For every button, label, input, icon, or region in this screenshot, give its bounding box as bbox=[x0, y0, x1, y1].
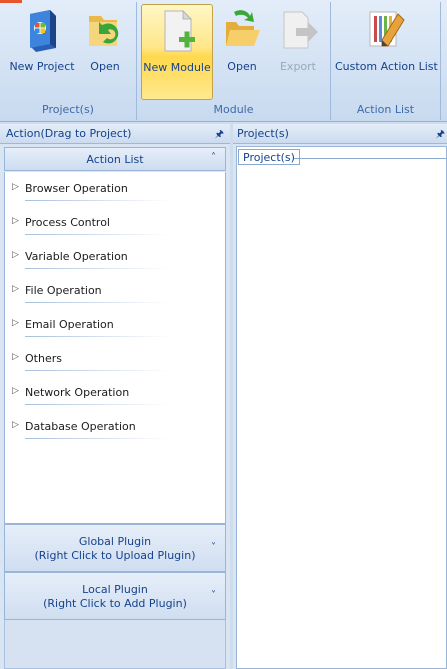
list-item-browser-operation[interactable]: ▷ Browser Operation bbox=[5, 176, 227, 206]
document-plus-icon bbox=[164, 9, 195, 52]
group-label-module: Module bbox=[213, 103, 254, 116]
ribbon-group-projects: New Project Open Project(s) bbox=[0, 2, 137, 120]
action-list-section-title: Action List bbox=[86, 153, 144, 166]
list-item-label: Network Operation bbox=[25, 386, 130, 399]
new-project-button[interactable]: New Project bbox=[6, 4, 78, 100]
divider bbox=[25, 336, 170, 337]
group-label-action-list: Action List bbox=[356, 103, 415, 116]
chevron-down-double-icon[interactable]: ˅︎ bbox=[211, 541, 216, 555]
divider bbox=[25, 234, 170, 235]
tree-expand-icon[interactable]: ▷ bbox=[12, 250, 19, 260]
action-list: ▷ Browser Operation ▷ Process Control ▷ … bbox=[4, 172, 226, 524]
list-pen-icon bbox=[369, 11, 405, 47]
chevron-down-double-icon[interactable]: ˅︎ bbox=[211, 589, 216, 603]
list-item-label: Variable Operation bbox=[25, 250, 128, 263]
list-item-network-operation[interactable]: ▷ Network Operation bbox=[5, 380, 227, 410]
open-project-button[interactable]: Open bbox=[80, 4, 130, 100]
tree-expand-icon[interactable]: ▷ bbox=[12, 284, 19, 294]
tree-expand-icon[interactable]: ▷ bbox=[12, 318, 19, 328]
folder-green-arrow-icon bbox=[89, 16, 119, 46]
open-project-label: Open bbox=[90, 60, 120, 73]
divider bbox=[25, 268, 170, 269]
ribbon: New Project Open Project(s) New Module O… bbox=[0, 0, 447, 122]
list-item-process-control[interactable]: ▷ Process Control bbox=[5, 210, 227, 240]
divider bbox=[25, 200, 170, 201]
custom-action-list-button[interactable]: Custom Action List bbox=[335, 4, 438, 100]
open-module-button[interactable]: Open bbox=[217, 4, 267, 100]
list-item-database-operation[interactable]: ▷ Database Operation bbox=[5, 414, 227, 444]
panel-empty-area bbox=[4, 620, 226, 669]
new-module-button[interactable]: New Module bbox=[141, 4, 213, 100]
custom-action-list-label: Custom Action List bbox=[335, 60, 438, 73]
action-panel-header: Action(Drag to Project) 🖈 bbox=[0, 124, 230, 144]
tree-expand-icon[interactable]: ▷ bbox=[12, 182, 19, 192]
list-item-email-operation[interactable]: ▷ Email Operation bbox=[5, 312, 227, 342]
action-list-section-header[interactable]: Action List ˄︎ bbox=[4, 147, 226, 171]
divider bbox=[25, 302, 170, 303]
export-button[interactable]: Export bbox=[271, 4, 325, 100]
local-plugin-section[interactable]: Local Plugin (Right Click to Add Plugin)… bbox=[4, 572, 226, 620]
projects-tree-area[interactable]: Project(s) bbox=[236, 146, 447, 669]
list-item-label: Email Operation bbox=[25, 318, 114, 331]
new-project-label: New Project bbox=[9, 60, 75, 73]
pin-icon[interactable]: 🖈 bbox=[436, 127, 445, 144]
projects-panel-title: Project(s) bbox=[237, 127, 289, 140]
list-item-file-operation[interactable]: ▷ File Operation bbox=[5, 278, 227, 308]
list-item-label: Others bbox=[25, 352, 62, 365]
pin-icon[interactable]: 🖈 bbox=[215, 127, 224, 144]
projects-panel-header: Project(s) 🖈 bbox=[233, 124, 447, 144]
tree-expand-icon[interactable]: ▷ bbox=[12, 216, 19, 226]
global-plugin-hint: (Right Click to Upload Plugin) bbox=[34, 549, 196, 562]
ribbon-group-module: New Module Open Export Module bbox=[137, 2, 331, 120]
tab-projects[interactable]: Project(s) bbox=[238, 149, 300, 165]
list-item-label: File Operation bbox=[25, 284, 102, 297]
action-panel: Action(Drag to Project) 🖈 Action List ˄︎… bbox=[0, 124, 230, 669]
ribbon-group-action-list: Custom Action List Action List bbox=[331, 2, 441, 120]
group-label-projects: Project(s) bbox=[42, 103, 94, 116]
projects-panel: Project(s) 🖈 Project(s) bbox=[233, 124, 447, 669]
tab-strip-line bbox=[294, 158, 446, 159]
local-plugin-hint: (Right Click to Add Plugin) bbox=[43, 597, 187, 610]
divider bbox=[25, 404, 170, 405]
tree-expand-icon[interactable]: ▷ bbox=[12, 386, 19, 396]
list-item-label: Browser Operation bbox=[25, 182, 128, 195]
global-plugin-title: Global Plugin bbox=[78, 535, 152, 548]
tree-expand-icon[interactable]: ▷ bbox=[12, 420, 19, 430]
divider bbox=[25, 370, 170, 371]
global-plugin-section[interactable]: Global Plugin (Right Click to Upload Plu… bbox=[4, 524, 226, 572]
list-item-label: Process Control bbox=[25, 216, 110, 229]
export-label: Export bbox=[279, 60, 316, 73]
list-item-label: Database Operation bbox=[25, 420, 136, 433]
document-export-icon bbox=[283, 11, 318, 49]
tree-expand-icon[interactable]: ▷ bbox=[12, 352, 19, 362]
windows-box-icon bbox=[30, 10, 56, 52]
new-module-label: New Module bbox=[143, 61, 211, 74]
divider bbox=[25, 438, 170, 439]
chevron-up-double-icon[interactable]: ˄︎ bbox=[211, 152, 216, 163]
action-panel-title: Action(Drag to Project) bbox=[6, 127, 132, 140]
list-item-others[interactable]: ▷ Others bbox=[5, 346, 227, 376]
folder-open-icon bbox=[226, 10, 260, 46]
open-module-label: Open bbox=[227, 60, 257, 73]
local-plugin-title: Local Plugin bbox=[82, 583, 148, 596]
list-item-variable-operation[interactable]: ▷ Variable Operation bbox=[5, 244, 227, 274]
